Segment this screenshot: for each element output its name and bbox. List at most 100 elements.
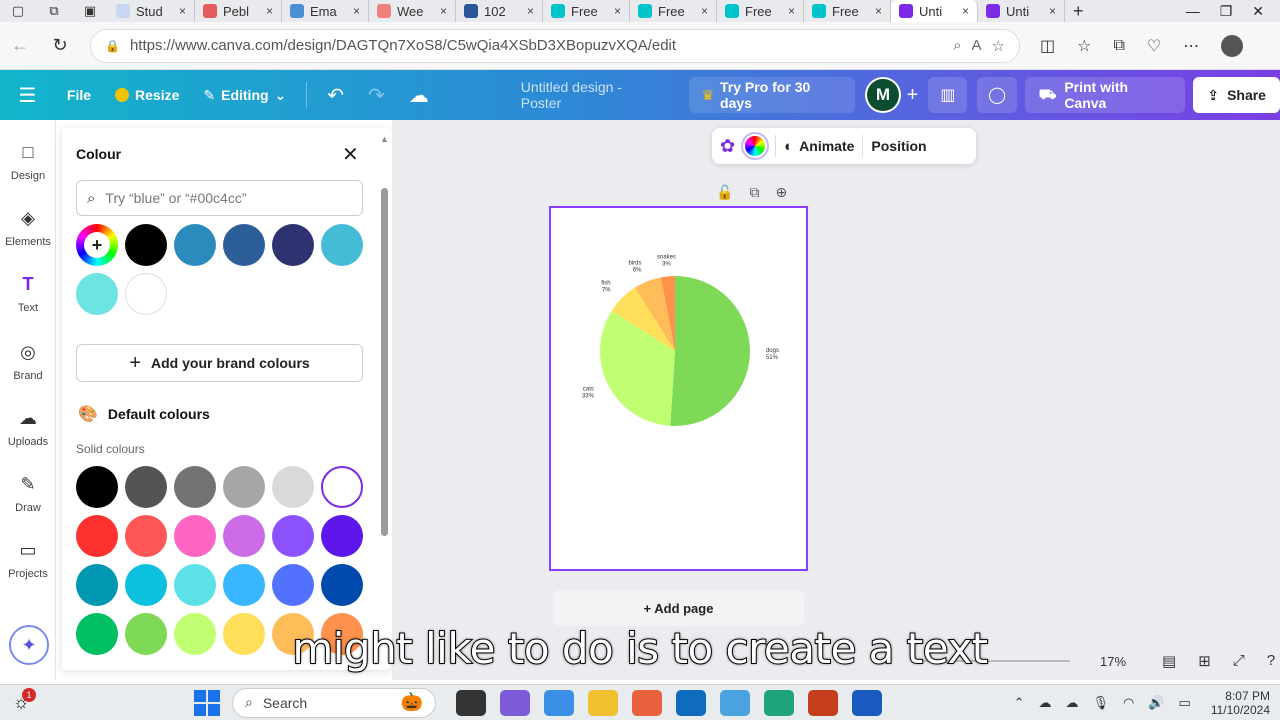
close-icon[interactable]: ✕ (342, 142, 359, 167)
user-avatar[interactable]: M (865, 77, 901, 113)
add-page-button[interactable]: + Add page (553, 590, 804, 626)
tab-close-icon[interactable]: × (527, 4, 534, 18)
more-menu-icon[interactable]: ⋯ (1183, 36, 1199, 56)
tab-actions-icon[interactable]: ⧉ (36, 0, 72, 22)
colour-search-input[interactable]: ⌕ Try “blue” or “#00c4cc” (76, 180, 363, 216)
solid-colour-swatch[interactable] (174, 564, 216, 606)
rail-item-brand[interactable]: ◎ Brand (0, 342, 56, 382)
design-page[interactable]: dogs 51% cats 33% fish 7% birds 6% snakes 3% (549, 206, 808, 571)
profile-avatar[interactable] (1221, 34, 1244, 57)
solid-colour-swatch[interactable] (321, 466, 363, 508)
browser-tab[interactable]: Free × (543, 0, 630, 22)
pie-chart[interactable]: dogs51% cats33% fish7% birds6% snakes3% (551, 208, 806, 569)
wifi-icon[interactable]: ◠ (1123, 695, 1134, 711)
file-explorer-icon[interactable] (588, 689, 618, 716)
try-pro-button[interactable]: ♛ Try Pro for 30 days (689, 77, 856, 113)
url-text[interactable]: https://www.canva.com/design/DAGTQn7XoS8… (130, 37, 943, 54)
document-colour-swatch[interactable] (321, 224, 363, 266)
duplicate-page-icon[interactable]: ⧉ (749, 184, 759, 201)
rail-item-uploads[interactable]: ☁ Uploads (0, 408, 56, 448)
volume-icon[interactable]: 🔊 (1148, 695, 1164, 711)
animate-button[interactable]: ◐ Animate (784, 138, 854, 155)
edge-icon[interactable] (764, 689, 794, 716)
store-icon[interactable] (632, 689, 662, 716)
add-page-icon[interactable]: ⊕ (775, 184, 787, 201)
tab-close-icon[interactable]: × (701, 4, 708, 18)
tab-close-icon[interactable]: × (1049, 4, 1056, 18)
photos-icon[interactable] (720, 689, 750, 716)
cloud-save-icon[interactable]: ☁ (397, 83, 441, 108)
share-button[interactable]: ⇪ Share (1193, 77, 1280, 113)
favorite-star-icon[interactable]: ☆ (992, 37, 1005, 55)
vertical-tabs-icon[interactable]: ▣ (72, 0, 108, 22)
onedrive-icon[interactable]: ☁ (1038, 695, 1051, 711)
chevron-up-icon[interactable]: ⌃ (1014, 695, 1025, 711)
invite-plus-icon[interactable]: + (907, 84, 919, 107)
task-view-icon[interactable] (456, 689, 486, 716)
resize-button[interactable]: Resize (103, 87, 191, 103)
solid-colour-swatch[interactable] (174, 466, 216, 508)
insights-chart-icon[interactable]: ▥ (928, 77, 968, 113)
restore-icon[interactable]: ❐ (1220, 3, 1233, 20)
address-bar[interactable]: 🔒 https://www.canva.com/design/DAGTQn7Xo… (90, 28, 1020, 63)
browser-tab[interactable]: Pebl × (195, 0, 282, 22)
magic-edit-icon[interactable]: ✿ (720, 136, 735, 157)
browser-tab[interactable]: Wee × (369, 0, 456, 22)
cloud-icon[interactable]: ☁ (1065, 695, 1078, 711)
workspaces-icon[interactable]: ▢ (0, 0, 36, 22)
microphone-icon[interactable]: 🎙 (1092, 695, 1109, 711)
add-brand-colours-button[interactable]: + Add your brand colours (76, 344, 363, 382)
tab-close-icon[interactable]: × (875, 4, 882, 18)
tab-close-icon[interactable]: × (179, 4, 186, 18)
word-icon[interactable] (852, 689, 882, 716)
browser-tab[interactable]: Unti × (978, 0, 1065, 22)
rail-item-text[interactable]: T Text (0, 274, 56, 314)
pie-slice-dogs[interactable] (670, 276, 751, 427)
taskbar-search[interactable]: ⌕ Search 🎃 (232, 687, 436, 718)
document-colour-swatch[interactable] (272, 224, 314, 266)
tab-close-icon[interactable]: × (614, 4, 621, 18)
solid-colour-swatch[interactable] (272, 515, 314, 557)
file-menu[interactable]: File (55, 87, 103, 103)
close-window-icon[interactable]: ✕ (1252, 3, 1264, 20)
notification-button[interactable]: ☼ 1 (4, 687, 38, 718)
browser-essentials-icon[interactable]: ♡ (1147, 36, 1161, 56)
solid-colour-swatch[interactable] (76, 564, 118, 606)
browser-tab[interactable]: Free × (630, 0, 717, 22)
print-with-canva-button[interactable]: ⛟ Print with Canva (1024, 77, 1186, 113)
solid-colour-swatch[interactable] (321, 564, 363, 606)
document-colour-swatch[interactable] (223, 224, 265, 266)
document-colour-swatch[interactable] (174, 224, 216, 266)
collections-icon[interactable]: ⧉ (1113, 37, 1124, 55)
solid-colour-swatch[interactable] (125, 466, 167, 508)
refresh-button[interactable]: ↻ (40, 35, 80, 56)
lock-icon[interactable]: 🔒 (105, 39, 120, 53)
undo-icon[interactable]: ↶ (315, 83, 356, 108)
solid-colour-swatch[interactable] (272, 466, 314, 508)
browser-tab[interactable]: Ema × (282, 0, 369, 22)
tab-close-icon[interactable]: × (440, 4, 447, 18)
comments-icon[interactable]: ◯ (977, 77, 1017, 113)
design-title[interactable]: Untitled design - Poster (521, 79, 664, 111)
split-screen-icon[interactable]: ◫ (1040, 36, 1055, 56)
tab-close-icon[interactable]: × (266, 4, 273, 18)
rail-item-elements[interactable]: ◈ Elements (0, 208, 56, 248)
scroll-up-arrow-icon[interactable]: ▲ (380, 134, 389, 144)
solid-colour-swatch[interactable] (321, 515, 363, 557)
rail-item-design[interactable]: □ Design (0, 142, 56, 182)
lock-icon[interactable]: 🔓 (716, 184, 733, 201)
outlook-icon[interactable] (676, 689, 706, 716)
solid-colour-swatch[interactable] (272, 564, 314, 606)
powerpoint-icon[interactable] (808, 689, 838, 716)
solid-colour-swatch[interactable] (174, 515, 216, 557)
solid-colour-swatch[interactable] (76, 515, 118, 557)
redo-icon[interactable]: ↷ (356, 83, 397, 108)
canvas-workspace[interactable] (392, 120, 1280, 680)
battery-icon[interactable]: ▭ (1179, 695, 1191, 711)
editing-mode-dropdown[interactable]: ✎ Editing ⌄ (191, 87, 298, 104)
browser-tab[interactable]: Stud × (108, 0, 195, 22)
teams-icon[interactable] (500, 689, 530, 716)
solid-colour-swatch[interactable] (125, 564, 167, 606)
zoom-icon[interactable]: ⌕ (953, 37, 961, 54)
browser-tab[interactable]: 102 × (456, 0, 543, 22)
